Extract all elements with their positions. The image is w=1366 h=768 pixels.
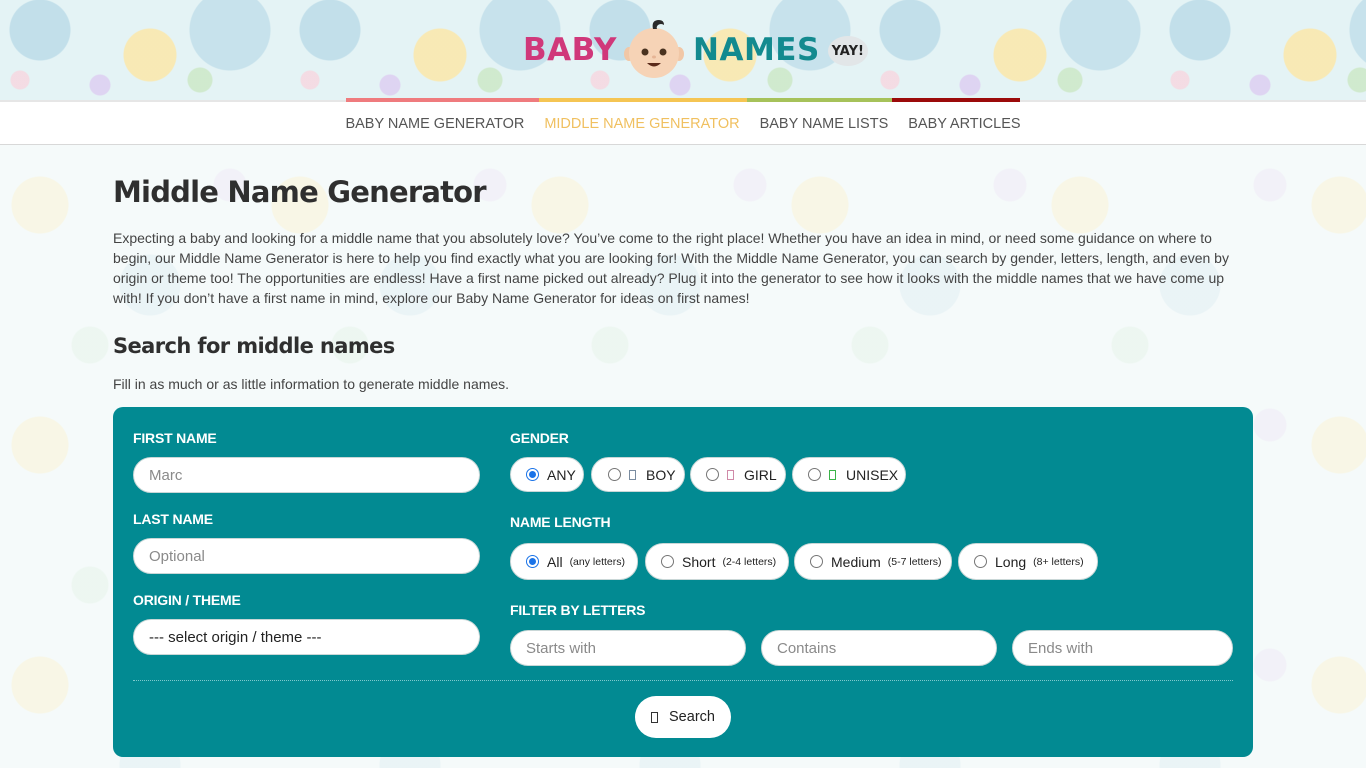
- site-logo[interactable]: BABY NAMES YAY!: [523, 14, 868, 86]
- unisex-icon: [829, 469, 836, 480]
- length-medium-label: Medium: [831, 553, 881, 570]
- length-option-medium[interactable]: Medium (5-7 letters): [794, 543, 952, 580]
- nav-color-stripes: [346, 98, 1020, 102]
- contains-input[interactable]: [777, 639, 981, 657]
- main-nav: BABY NAME GENERATOR MIDDLE NAME GENERATO…: [0, 100, 1366, 145]
- length-medium-radio[interactable]: [810, 555, 823, 568]
- logo-word-names: NAMES: [693, 32, 820, 68]
- search-button[interactable]: Search: [635, 696, 731, 738]
- length-short-label: Short: [682, 553, 716, 570]
- length-option-short[interactable]: Short (2-4 letters): [645, 543, 789, 580]
- gender-unisex-label: UNISEX: [846, 466, 899, 483]
- intro-paragraph: Expecting a baby and looking for a middl…: [113, 230, 1229, 306]
- origin-select[interactable]: --- select origin / theme ---: [133, 619, 480, 655]
- nav-middle-name-generator[interactable]: MIDDLE NAME GENERATOR: [534, 116, 749, 132]
- filter-letters-label: FILTER BY LETTERS: [510, 602, 646, 618]
- length-medium-sub: (5-7 letters): [887, 555, 942, 568]
- logo-badge: YAY!: [827, 36, 868, 66]
- contains-field[interactable]: [761, 630, 997, 666]
- search-form-panel: FIRST NAME LAST NAME ORIGIN / THEME --- …: [113, 407, 1253, 757]
- last-name-input[interactable]: [149, 547, 464, 565]
- ends-with-field[interactable]: [1012, 630, 1233, 666]
- length-all-radio[interactable]: [526, 555, 539, 568]
- section-title: Search for middle names: [113, 334, 395, 358]
- search-icon: [651, 711, 659, 723]
- logo-word-baby: BABY: [523, 32, 618, 68]
- gender-option-unisex[interactable]: UNISEX: [792, 457, 906, 492]
- gender-boy-label: BOY: [646, 466, 676, 483]
- form-hint: Fill in as much or as little information…: [113, 376, 510, 392]
- first-name-field[interactable]: [133, 457, 480, 493]
- gender-option-boy[interactable]: BOY: [591, 457, 685, 492]
- site-header: BABY NAMES YAY!: [0, 0, 1366, 100]
- first-name-label: FIRST NAME: [133, 430, 217, 446]
- nav-baby-name-lists[interactable]: BABY NAME LISTS: [750, 116, 899, 132]
- gender-any-radio[interactable]: [526, 468, 539, 481]
- length-short-sub: (2-4 letters): [722, 555, 777, 568]
- starts-with-field[interactable]: [510, 630, 746, 666]
- first-name-input[interactable]: [149, 466, 464, 484]
- gender-option-any[interactable]: ANY: [510, 457, 584, 492]
- boy-icon: [629, 469, 636, 480]
- main-content: Middle Name Generator Expecting a baby a…: [113, 145, 1253, 393]
- length-long-sub: (8+ letters): [1033, 555, 1084, 568]
- gender-option-girl[interactable]: GIRL: [690, 457, 786, 492]
- starts-with-input[interactable]: [526, 639, 730, 657]
- gender-boy-radio[interactable]: [608, 468, 621, 481]
- length-short-radio[interactable]: [661, 555, 674, 568]
- origin-selected-value: --- select origin / theme ---: [149, 628, 322, 646]
- stripe-baby-name-lists: [747, 98, 892, 102]
- gender-girl-radio[interactable]: [706, 468, 719, 481]
- last-name-field[interactable]: [133, 538, 480, 574]
- length-long-radio[interactable]: [974, 555, 987, 568]
- length-all-sub: (any letters): [569, 555, 625, 568]
- gender-any-label: ANY: [547, 466, 576, 483]
- gender-label: GENDER: [510, 430, 569, 446]
- stripe-baby-name-generator: [346, 98, 539, 102]
- form-divider: [133, 680, 1233, 681]
- search-button-label: Search: [669, 709, 715, 725]
- nav-baby-articles[interactable]: BABY ARTICLES: [898, 116, 1030, 132]
- baby-face-icon: [624, 20, 685, 78]
- gender-unisex-radio[interactable]: [808, 468, 821, 481]
- girl-icon: [727, 469, 734, 480]
- stripe-baby-articles: [892, 98, 1020, 102]
- length-option-all[interactable]: All (any letters): [510, 543, 638, 580]
- origin-label: ORIGIN / THEME: [133, 592, 241, 608]
- length-long-label: Long: [995, 553, 1027, 570]
- length-option-long[interactable]: Long (8+ letters): [958, 543, 1098, 580]
- page-title: Middle Name Generator: [113, 175, 487, 209]
- name-length-label: NAME LENGTH: [510, 514, 611, 530]
- length-all-label: All: [547, 553, 563, 570]
- stripe-middle-name-generator: [539, 98, 747, 102]
- last-name-label: LAST NAME: [133, 511, 213, 527]
- gender-girl-label: GIRL: [744, 466, 777, 483]
- ends-with-input[interactable]: [1028, 639, 1217, 657]
- nav-baby-name-generator[interactable]: BABY NAME GENERATOR: [335, 116, 534, 132]
